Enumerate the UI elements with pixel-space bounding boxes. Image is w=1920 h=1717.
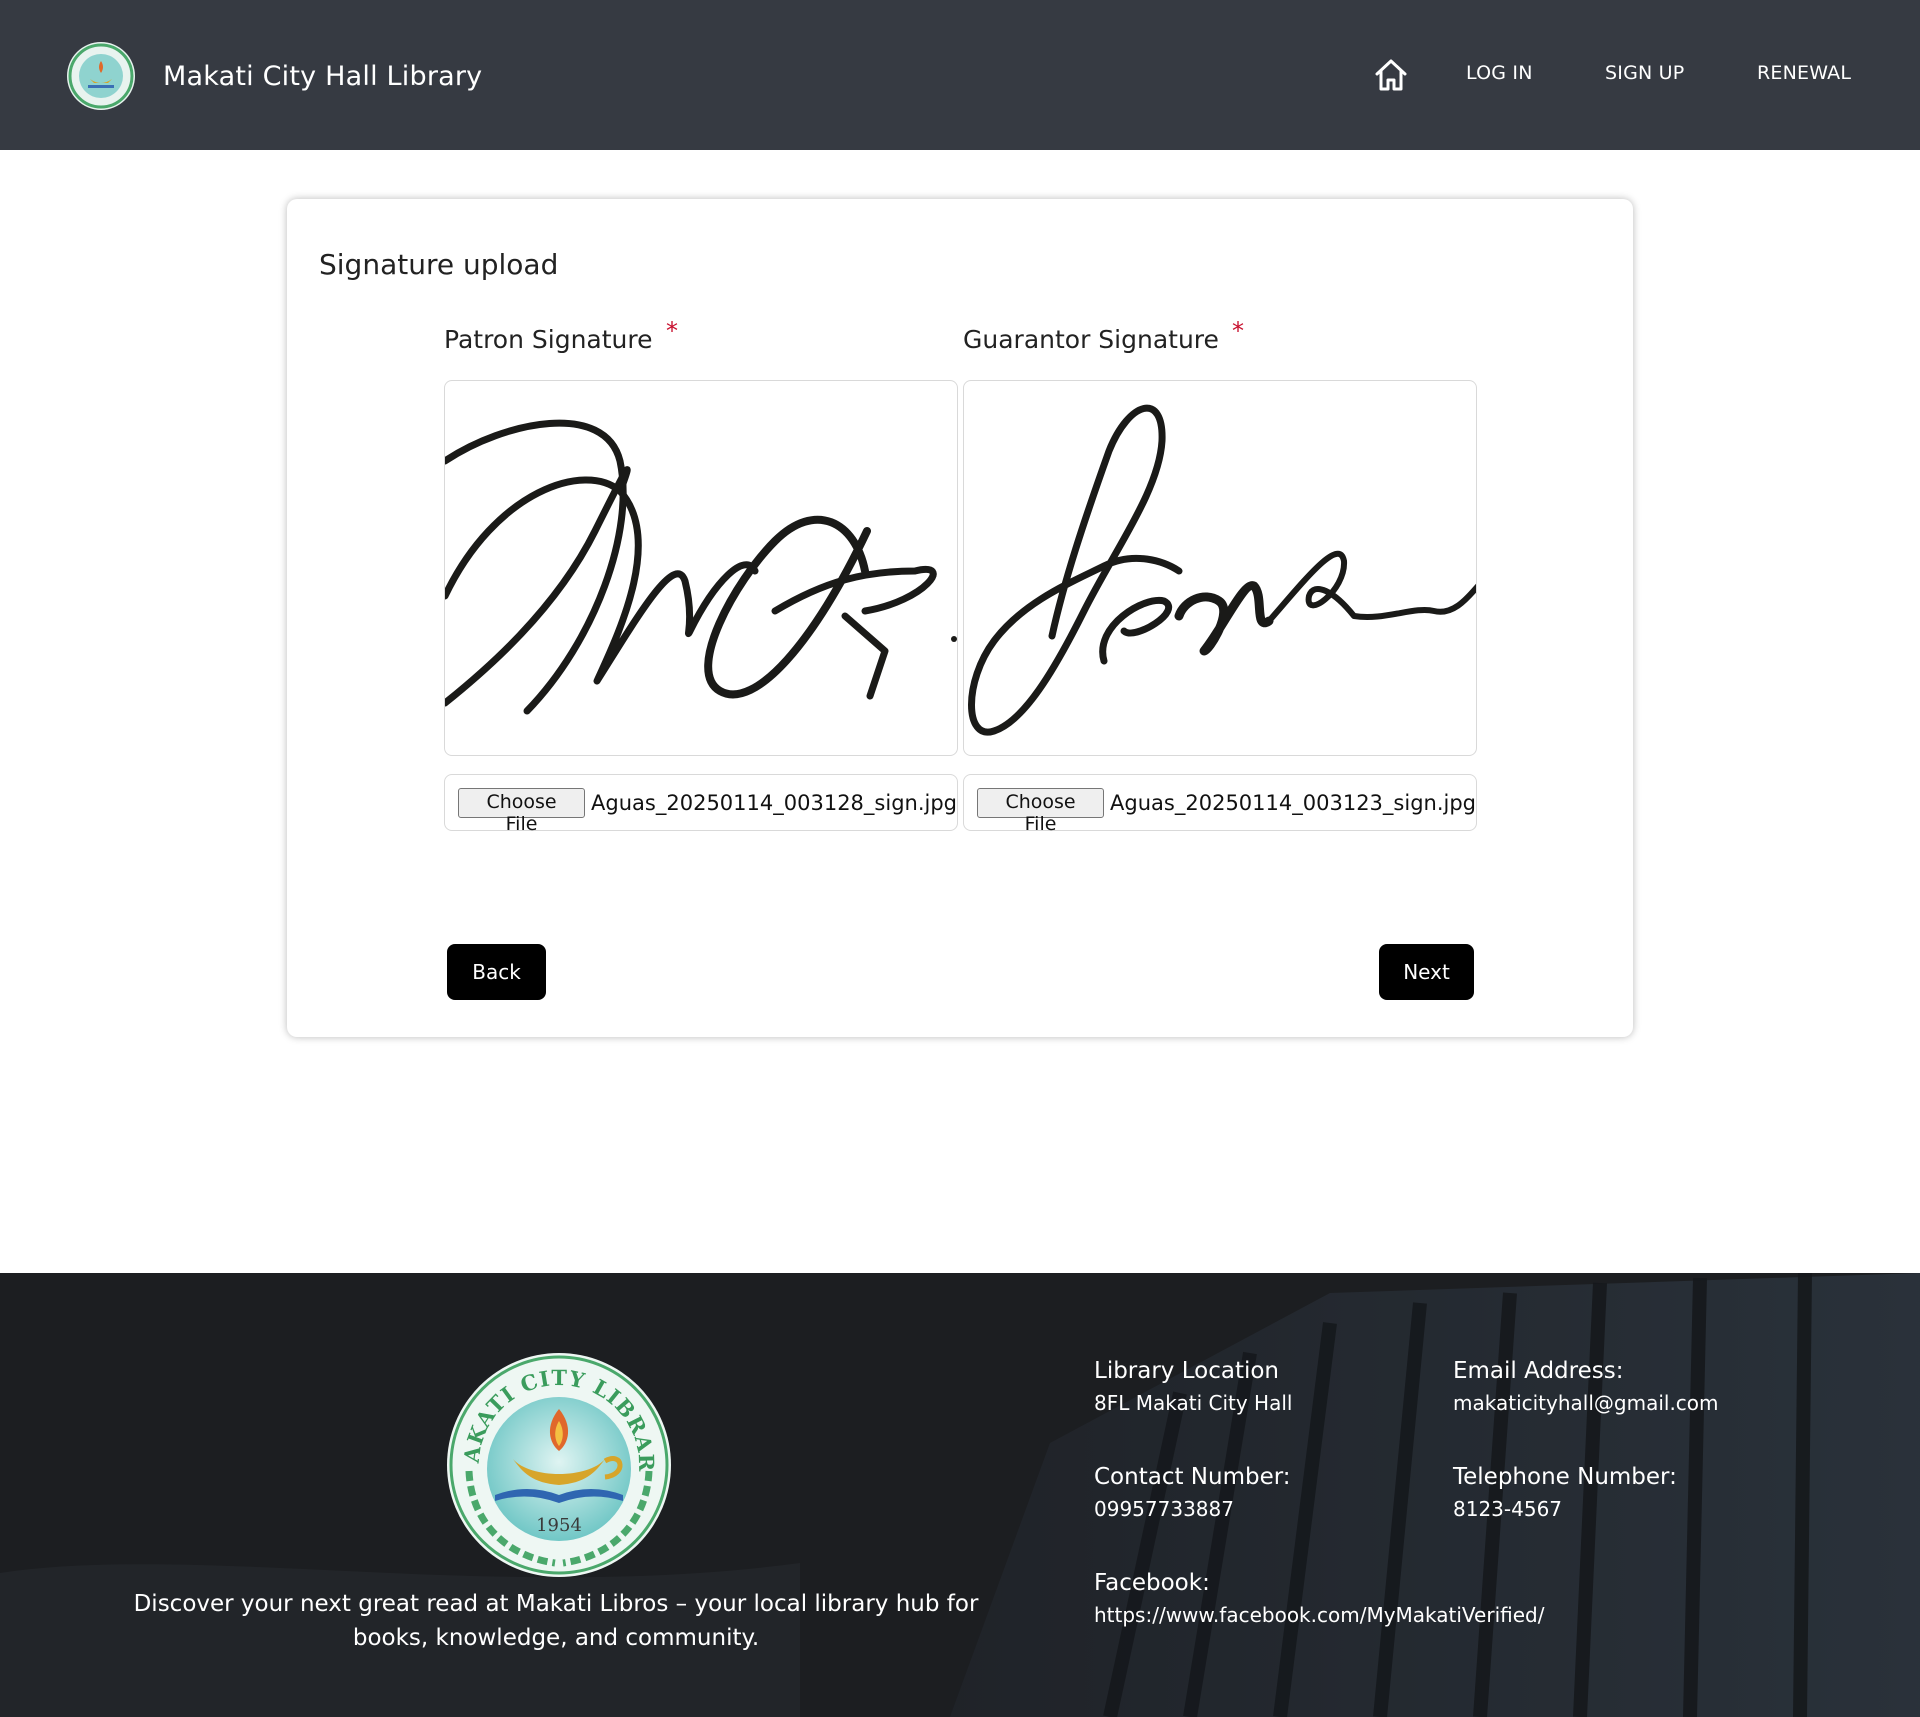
guarantor-signature-image [968, 404, 1476, 736]
brand[interactable]: Makati City Hall Library [66, 41, 482, 111]
facebook-label: Facebook: [1094, 1570, 1210, 1596]
telephone-number-value: 8123-4567 [1453, 1497, 1563, 1521]
patron-file-name: Aguas_20250114_003128_sign.jpg [591, 790, 957, 815]
nav-login-link[interactable]: LOG IN [1466, 62, 1533, 84]
footer-description: Discover your next great read at Makati … [133, 1591, 979, 1651]
library-location-value: 8FL Makati City Hall [1094, 1391, 1293, 1415]
email-value[interactable]: makaticityhall@gmail.com [1453, 1391, 1719, 1415]
library-location-label: Library Location [1094, 1358, 1280, 1384]
guarantor-file-name: Aguas_20250114_003123_sign.jpg [1110, 790, 1476, 815]
guarantor-choose-file-button[interactable]: Choose File [977, 787, 1105, 835]
email-label: Email Address: [1453, 1358, 1624, 1384]
footer: MAKATI CITY LIBRARY 1954 Discover your n… [0, 1273, 1920, 1717]
contact-number-value: 09957733887 [1094, 1497, 1234, 1521]
back-button[interactable]: Back [447, 944, 546, 1000]
next-button[interactable]: Next [1379, 944, 1474, 1000]
patron-signature-preview [444, 380, 958, 756]
page-title: Signature upload [319, 248, 559, 281]
logo-year: 1954 [536, 1515, 582, 1536]
guarantor-signature-label: Guarantor Signature [963, 325, 1219, 354]
telephone-number-label: Telephone Number: [1453, 1464, 1677, 1490]
top-navbar: Makati City Hall Library LOG IN SIGN UP … [0, 0, 1920, 150]
library-logo-large: MAKATI CITY LIBRARY 1954 [433, 1331, 673, 1579]
required-marker: * [1232, 317, 1244, 345]
signature-upload-card: Signature upload Patron Signature * Choo… [287, 199, 1633, 1037]
patron-signature-image [445, 419, 957, 715]
patron-choose-file-button[interactable]: Choose File [458, 787, 586, 835]
patron-signature-label: Patron Signature [444, 325, 653, 354]
nav-signup-link[interactable]: SIGN UP [1605, 62, 1684, 84]
library-logo-small [66, 41, 136, 111]
contact-number-label: Contact Number: [1094, 1464, 1291, 1490]
brand-title: Makati City Hall Library [163, 60, 483, 92]
facebook-link[interactable]: https://www.facebook.com/MyMakatiVerifie… [1094, 1603, 1544, 1627]
guarantor-file-input[interactable]: Choose File Aguas_20250114_003123_sign.j… [963, 774, 1477, 835]
patron-file-input[interactable]: Choose File Aguas_20250114_003128_sign.j… [444, 774, 958, 835]
home-icon[interactable] [1372, 56, 1410, 94]
required-marker: * [666, 317, 678, 345]
guarantor-signature-preview [963, 380, 1477, 756]
nav-renewal-link[interactable]: RENEWAL [1757, 62, 1851, 84]
